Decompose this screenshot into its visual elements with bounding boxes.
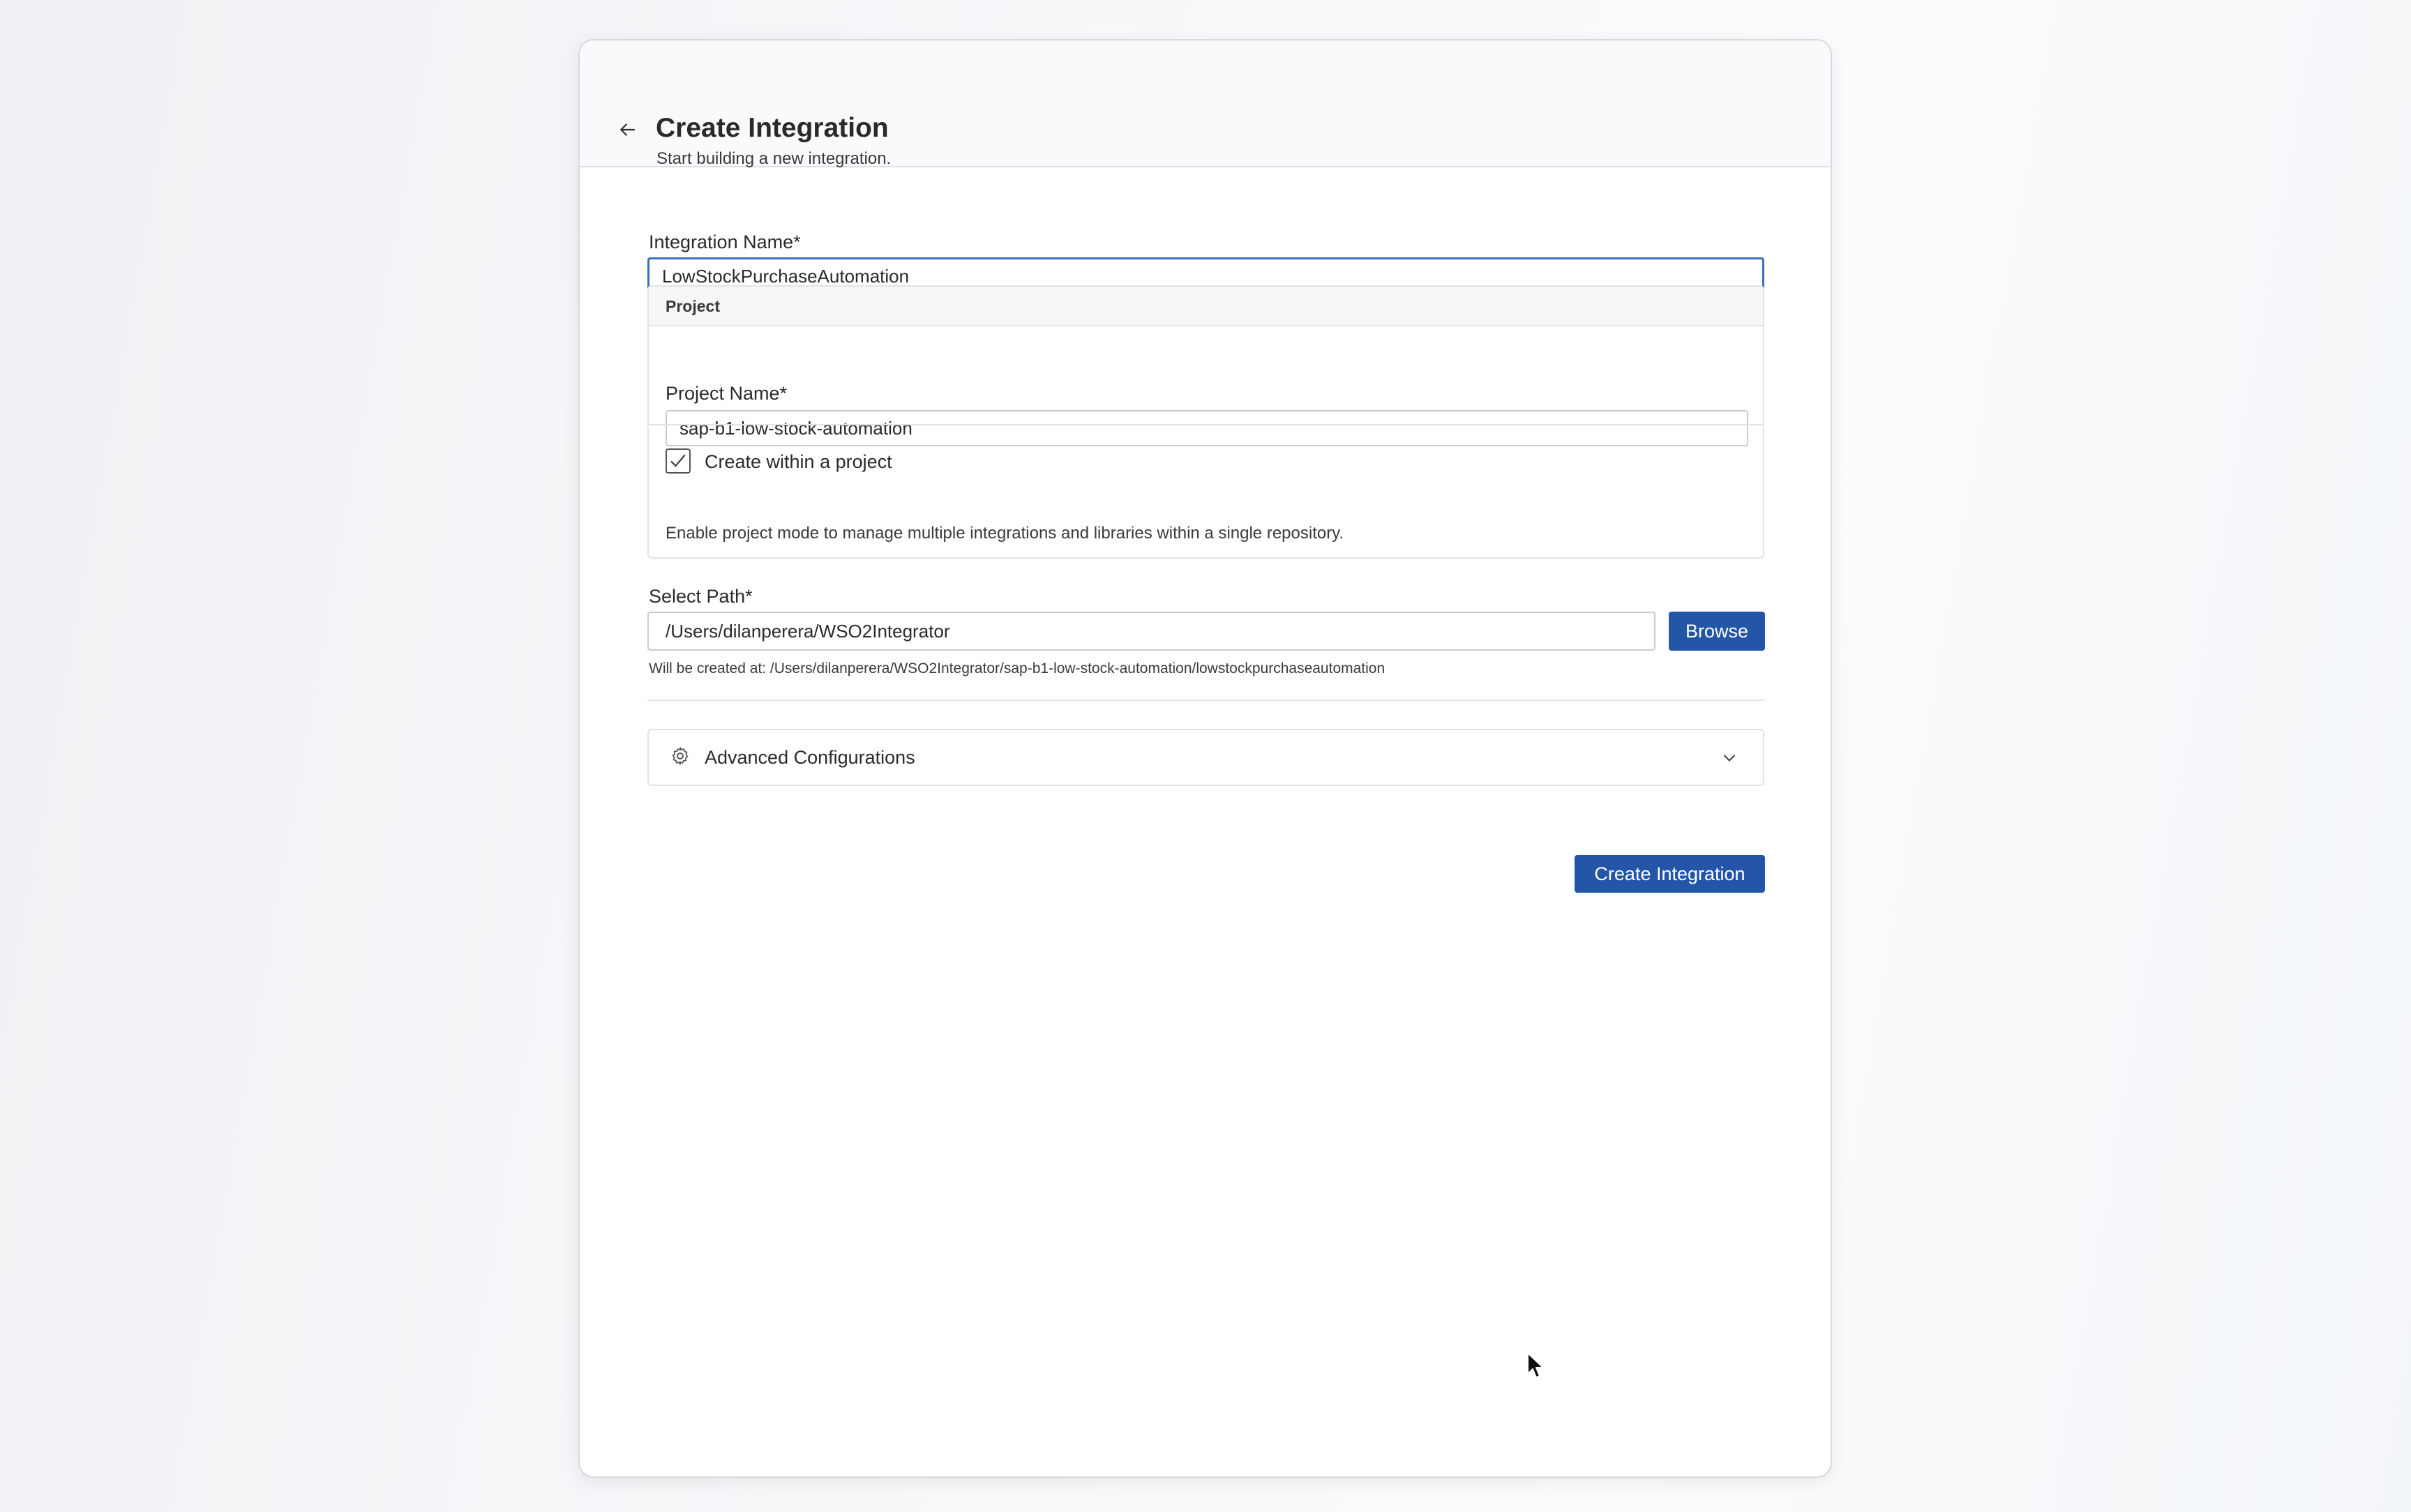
mouse-pointer-icon — [1527, 1352, 1544, 1378]
project-section-divider — [649, 424, 1763, 425]
create-within-project-label[interactable]: Create within a project — [705, 451, 892, 473]
project-name-input[interactable] — [666, 410, 1748, 446]
select-path-input[interactable] — [647, 612, 1655, 651]
advanced-configurations-toggle[interactable]: Advanced Configurations — [647, 729, 1764, 786]
create-integration-panel: Create Integration Start building a new … — [578, 39, 1832, 1478]
project-section-title: Project — [666, 297, 720, 315]
back-button[interactable] — [613, 116, 641, 144]
select-path-label: Select Path* — [649, 586, 753, 607]
project-mode-description: Enable project mode to manage multiple i… — [666, 524, 1344, 543]
project-section: Project Project Name* Create within a pr… — [647, 285, 1764, 559]
section-divider — [647, 700, 1764, 701]
project-section-header: Project — [649, 287, 1763, 326]
page-subtitle: Start building a new integration. — [656, 149, 892, 168]
project-name-label: Project Name* — [666, 383, 788, 404]
created-at-path-hint: Will be created at: /Users/dilanperera/W… — [649, 660, 1385, 676]
integration-name-label: Integration Name* — [649, 232, 801, 252]
create-within-project-checkbox[interactable] — [666, 448, 691, 474]
arrow-left-icon — [620, 123, 636, 136]
gear-icon — [672, 747, 689, 765]
create-integration-button[interactable]: Create Integration — [1575, 855, 1765, 893]
browse-button[interactable]: Browse — [1669, 612, 1765, 651]
advanced-configurations-label: Advanced Configurations — [705, 747, 915, 768]
page-title: Create Integration — [656, 113, 889, 143]
panel-header: Create Integration Start building a new … — [580, 40, 1831, 168]
chevron-down-icon — [1723, 755, 1736, 762]
checkmark-icon — [670, 454, 686, 467]
